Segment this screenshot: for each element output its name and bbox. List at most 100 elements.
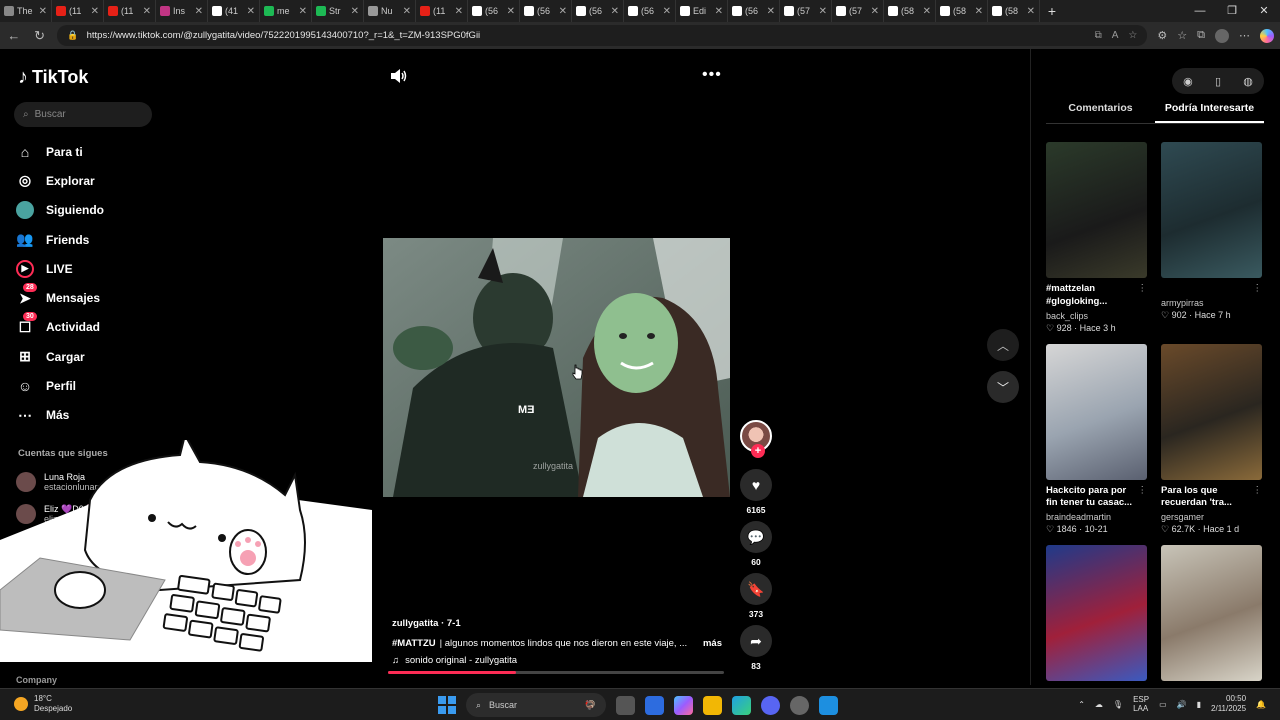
system-clock[interactable]: 00:50 2/11/2025 <box>1211 694 1246 715</box>
browser-tab[interactable]: The ✕ <box>0 0 52 22</box>
card-author[interactable]: back_clips <box>1046 311 1147 321</box>
task-view-icon[interactable] <box>616 695 635 715</box>
collections-icon[interactable]: ⧉ <box>1197 29 1205 43</box>
onedrive-icon[interactable]: ☁ <box>1095 700 1103 709</box>
tab-close-icon[interactable]: ✕ <box>247 6 255 17</box>
network-icon[interactable]: ▭ <box>1159 700 1167 709</box>
weather-widget[interactable]: 18°C Despejado <box>14 694 72 713</box>
browser-tab[interactable]: (11 ✕ <box>416 0 468 22</box>
tab-close-icon[interactable]: ✕ <box>715 6 723 17</box>
browser-profile-avatar[interactable] <box>1214 28 1229 43</box>
back-icon[interactable]: ← <box>6 28 22 43</box>
video-thumbnail[interactable] <box>1046 545 1147 682</box>
tab-suggested[interactable]: Podría Interesarte <box>1155 102 1264 123</box>
phone-icon[interactable]: ▯ <box>1215 75 1221 88</box>
sidebar-item-cargar[interactable]: ⊞ Cargar <box>16 342 176 371</box>
store-icon[interactable] <box>645 695 664 715</box>
card-author[interactable]: armypirras <box>1161 298 1262 308</box>
app-icon[interactable] <box>819 695 838 715</box>
comment-action[interactable]: 💬 60 <box>740 521 772 567</box>
edge-icon[interactable] <box>732 695 751 715</box>
browser-tab[interactable]: me ✕ <box>260 0 312 22</box>
video-hashtag[interactable]: #MATTZU <box>392 638 436 649</box>
tab-close-icon[interactable]: ✕ <box>559 6 567 17</box>
share-icon[interactable]: ➦ <box>740 625 772 657</box>
browser-tab[interactable]: (56 ✕ <box>572 0 624 22</box>
browser-tab[interactable]: (57 ✕ <box>780 0 832 22</box>
copilot-taskbar-icon[interactable] <box>674 695 693 715</box>
url-field[interactable]: 🔒 https://www.tiktok.com/@zullygatita/vi… <box>57 25 1148 46</box>
tab-close-icon[interactable]: ✕ <box>299 6 307 17</box>
file-explorer-icon[interactable] <box>703 695 722 715</box>
browser-menu-icon[interactable]: ⋯ <box>1239 29 1250 43</box>
compass-small-icon[interactable]: ◉ <box>1183 75 1193 88</box>
read-aloud-icon[interactable]: A <box>1112 30 1119 41</box>
sidebar-item-siguiendo[interactable]: Siguiendo <box>16 196 176 225</box>
like-action[interactable]: ♥ 6165 <box>740 469 772 515</box>
sidebar-item-friends[interactable]: 👥 Friends <box>16 225 176 254</box>
tab-close-icon[interactable]: ✕ <box>91 6 99 17</box>
user-avatar-icon[interactable]: ◍ <box>1243 75 1253 88</box>
close-icon[interactable]: ✕ <box>1248 0 1280 22</box>
tiktok-logo[interactable]: ♪ TikTok <box>18 66 88 89</box>
heart-icon[interactable]: ♥ <box>740 469 772 501</box>
language-indicator[interactable]: ESP LAA <box>1133 695 1149 714</box>
card-author[interactable]: gersgamer <box>1161 512 1262 522</box>
sidebar-item-mensajes[interactable]: ➤ 28 Mensajes <box>16 283 176 312</box>
suggested-video-card[interactable]: #mattzelan #glogloking... ⋮ back_clips ♡ 92… <box>1046 142 1147 334</box>
tab-comments[interactable]: Comentarios <box>1046 102 1155 123</box>
battery-icon[interactable]: ▮ <box>1197 700 1201 709</box>
video-thumbnail[interactable] <box>1161 343 1262 480</box>
tab-close-icon[interactable]: ✕ <box>455 6 463 17</box>
sidebar-item-para-ti[interactable]: ⌂ Para ti <box>16 137 176 166</box>
suggested-video-card[interactable]: Para los que recuerdan 'tra... ⋮ gersgamer… <box>1161 343 1262 536</box>
share-action[interactable]: ➦ 83 <box>740 625 772 671</box>
save-action[interactable]: 🔖 373 <box>740 573 772 619</box>
video-author[interactable]: zullygatita · 7-1 <box>392 618 722 629</box>
tab-close-icon[interactable]: ✕ <box>507 6 515 17</box>
browser-tab[interactable]: Edi ✕ <box>676 0 728 22</box>
favorites-icon[interactable]: ☆ <box>1177 29 1187 43</box>
speaker-icon[interactable]: 🔊 <box>1177 700 1187 709</box>
maximize-icon[interactable]: ❐ <box>1216 0 1248 22</box>
tab-close-icon[interactable]: ✕ <box>39 6 47 17</box>
bookmark-icon[interactable]: 🔖 <box>740 573 772 605</box>
video-thumbnail[interactable] <box>1046 343 1147 480</box>
card-author[interactable]: braindeadmartin <box>1046 512 1147 522</box>
chevron-up-tray-icon[interactable]: ⌃ <box>1078 700 1085 709</box>
tab-close-icon[interactable]: ✕ <box>1027 6 1035 17</box>
browser-tab[interactable]: (58 ✕ <box>988 0 1040 22</box>
sidebar-item-explorar[interactable]: ◎ Explorar <box>16 166 176 195</box>
previous-video-button[interactable]: ︿ <box>987 329 1019 361</box>
tab-close-icon[interactable]: ✕ <box>403 6 411 17</box>
sidebar-item-live[interactable]: ▶ LIVE <box>16 254 176 283</box>
browser-tab[interactable]: (41 ✕ <box>208 0 260 22</box>
browser-tab[interactable]: (11 ✕ <box>52 0 104 22</box>
footer-company-link[interactable]: Company <box>16 675 57 685</box>
video-player[interactable]: MƎ zullygatita <box>383 238 730 497</box>
tab-close-icon[interactable]: ✕ <box>195 6 203 17</box>
card-more-icon[interactable]: ⋮ <box>1138 283 1148 309</box>
suggested-video-card[interactable] <box>1046 545 1147 682</box>
tab-close-icon[interactable]: ✕ <box>819 6 827 17</box>
favorite-star-icon[interactable]: ☆ <box>1128 30 1137 41</box>
windows-start-icon[interactable] <box>438 696 456 714</box>
tab-close-icon[interactable]: ✕ <box>767 6 775 17</box>
sidebar-item-perfil[interactable]: ☺ Perfil <box>16 371 176 400</box>
sidebar-item-actividad[interactable]: ☐ 30 Actividad <box>16 312 176 342</box>
video-progress-bar[interactable] <box>388 671 724 674</box>
tab-close-icon[interactable]: ✕ <box>871 6 879 17</box>
caption-more-link[interactable]: más <box>703 638 722 649</box>
creator-avatar[interactable]: + <box>740 420 772 458</box>
volume-icon[interactable] <box>390 69 408 83</box>
browser-tab[interactable]: (56 ✕ <box>624 0 676 22</box>
browser-tab[interactable]: Str ✕ <box>312 0 364 22</box>
suggested-video-card[interactable] <box>1161 545 1262 682</box>
tab-close-icon[interactable]: ✕ <box>611 6 619 17</box>
tab-close-icon[interactable]: ✕ <box>923 6 931 17</box>
settings-gear-icon[interactable] <box>790 695 809 715</box>
browser-tab[interactable]: (56 ✕ <box>468 0 520 22</box>
card-more-icon[interactable]: ⋮ <box>1253 283 1263 296</box>
minimize-icon[interactable]: — <box>1184 0 1216 22</box>
tab-close-icon[interactable]: ✕ <box>351 6 359 17</box>
